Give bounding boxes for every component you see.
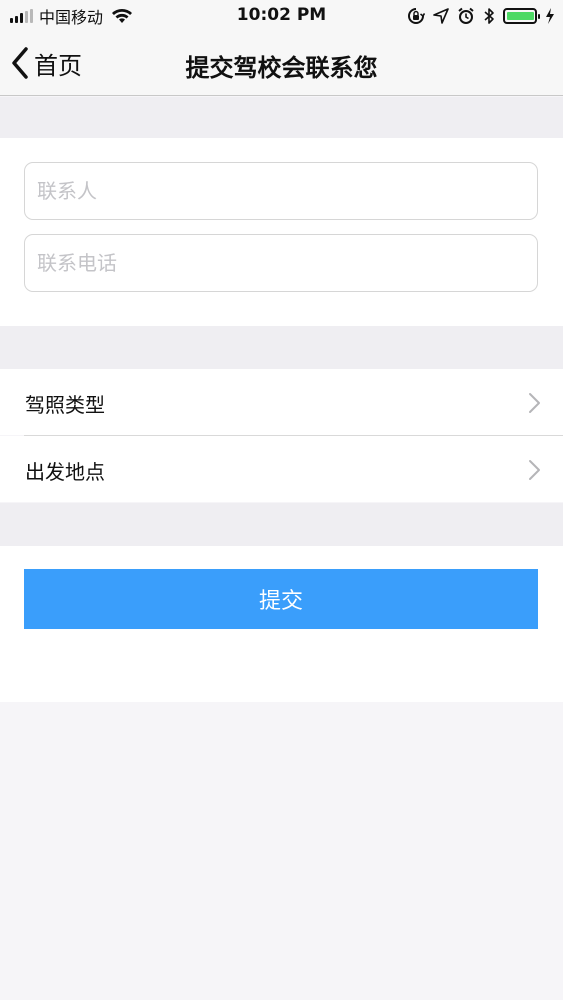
contact-phone-input[interactable] [24,234,538,292]
status-bar: 中国移动 10:02 PM [0,0,563,32]
status-right [407,6,555,26]
contact-form [0,138,563,326]
alarm-icon [458,7,474,24]
section-spacer [0,97,563,138]
submit-button[interactable]: 提交 [24,569,538,629]
charging-bolt-icon [546,8,554,24]
contact-name-input[interactable] [24,162,538,220]
departure-location-row[interactable]: 出发地点 [0,436,563,502]
chevron-right-icon [529,393,540,413]
bluetooth-icon [484,8,494,24]
page-title: 提交驾校会联系您 [185,54,378,82]
navigation-bar: 首页 提交驾校会联系您 [0,32,563,96]
battery-icon [503,8,540,24]
orientation-lock-icon [408,8,425,24]
chevron-right-icon [529,460,540,480]
section-spacer [0,326,563,369]
departure-location-label: 出发地点 [25,460,105,484]
license-type-row[interactable]: 驾照类型 [0,369,563,435]
section-spacer [0,503,563,546]
location-arrow-icon [433,8,449,24]
license-type-label: 驾照类型 [25,393,105,417]
battery-level-fill [507,12,534,20]
